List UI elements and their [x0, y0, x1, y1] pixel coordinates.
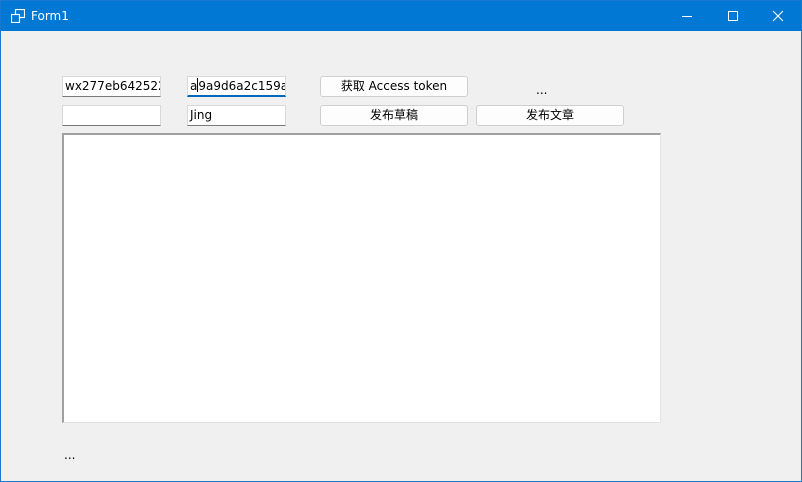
- close-button[interactable]: [755, 1, 801, 31]
- author-value: Jing: [190, 108, 213, 122]
- publish-draft-button[interactable]: 发布草稿: [320, 105, 468, 126]
- secret-input[interactable]: a9a9d6a2c159a5: [187, 76, 286, 97]
- appid-input[interactable]: wx277eb642522: [62, 76, 161, 97]
- token-status-label: ...: [536, 83, 548, 97]
- bottom-status-label: ...: [64, 448, 76, 462]
- appid-value: wx277eb642522: [65, 79, 161, 93]
- author-input[interactable]: Jing: [187, 105, 286, 126]
- close-icon: [772, 10, 784, 22]
- secret-value-end: 9a9d6a2c159a5: [198, 79, 286, 93]
- publish-article-button[interactable]: 发布文章: [476, 105, 624, 126]
- app-window: Form1 wx277eb642522 a9a9d6a2c159a5 获取 Ac…: [0, 0, 802, 482]
- get-access-token-button[interactable]: 获取 Access token: [320, 76, 468, 97]
- maximize-icon: [728, 11, 738, 21]
- content-textarea[interactable]: [62, 133, 661, 423]
- secret-value-start: a: [190, 79, 198, 93]
- maximize-button[interactable]: [710, 1, 756, 31]
- window-title: Form1: [31, 9, 69, 23]
- minimize-button[interactable]: [664, 1, 710, 31]
- field3-input[interactable]: [62, 105, 161, 126]
- window-app-icon: [11, 9, 25, 23]
- title-bar[interactable]: Form1: [1, 1, 801, 31]
- minimize-icon: [682, 16, 692, 17]
